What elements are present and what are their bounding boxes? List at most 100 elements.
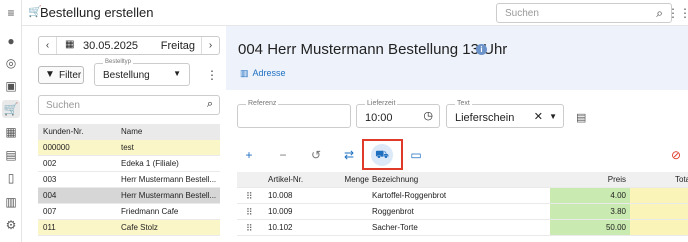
- clipboard-icon[interactable]: ▯: [4, 171, 18, 185]
- column-header-menge[interactable]: Menge: [333, 172, 369, 188]
- top-bar: 🛒 Bestellung erstellen Suchen ⌕ ⋮⋮: [22, 0, 688, 26]
- total-cell: [630, 188, 688, 203]
- customer-name: Edeka 1 (Filiale): [121, 159, 179, 168]
- clear-icon[interactable]: ✕: [534, 110, 543, 123]
- more-options-icon[interactable]: ⋮: [206, 68, 218, 82]
- column-header-name[interactable]: Name: [121, 124, 217, 139]
- table-row[interactable]: 002 Edeka 1 (Filiale): [38, 156, 220, 172]
- preis[interactable]: 50.00: [550, 220, 630, 236]
- order-title: 004 Herr Mustermann Bestellung 13 Uhr: [238, 41, 508, 58]
- column-header-total[interactable]: Total: [630, 172, 688, 188]
- document-icon[interactable]: ▤: [576, 111, 586, 124]
- bezeichnung: Kartoffel-Roggenbrot: [372, 191, 447, 200]
- customer-nr: 000000: [43, 143, 70, 152]
- ordertype-label: Bestelltyp: [103, 59, 134, 65]
- apps-grid-icon[interactable]: ⋮⋮: [667, 6, 688, 20]
- referenz-label: Referenz: [246, 100, 279, 107]
- search-placeholder: Suchen: [505, 8, 539, 19]
- table-row[interactable]: ⠿ 10.102 Sacher-Torte 50.00: [237, 220, 688, 236]
- search-icon[interactable]: ⌕: [207, 98, 213, 111]
- table-row[interactable]: ⠿ 10.008 Kartoffel-Roggenbrot 4.00: [237, 188, 688, 204]
- artikel-nr: 10.008: [268, 191, 293, 200]
- drag-handle-icon[interactable]: ⠿: [246, 188, 253, 204]
- column-header-artikel-nr[interactable]: Artikel-Nr.: [268, 172, 303, 188]
- nav-rail: ≡ ● ◎ ▣ 🛒 ▦ ▤ ▯ ▥ ⚙: [0, 0, 22, 242]
- table-row[interactable]: 003 Herr Mustermann Bestell...: [38, 172, 220, 188]
- face-scan-icon[interactable]: ◎: [4, 56, 18, 70]
- filter-icon: ▼: [45, 69, 55, 80]
- table-header-row: Artikel-Nr. Menge Bezeichnung Preis Tota…: [237, 172, 688, 188]
- highlight-box: [362, 139, 403, 170]
- table-row[interactable]: 007 Friedmann Cafe: [38, 204, 220, 220]
- ordertype-value: Bestellung: [103, 70, 150, 81]
- cancel-icon[interactable]: ⊘: [667, 146, 685, 164]
- settings-icon[interactable]: ⚙: [4, 218, 18, 232]
- bezeichnung: Roggenbrot: [372, 207, 414, 216]
- column-header-preis[interactable]: Preis: [550, 172, 630, 188]
- prev-day-icon[interactable]: ‹: [39, 37, 57, 54]
- preis[interactable]: 3.80: [550, 204, 630, 220]
- artikel-nr: 10.009: [268, 207, 293, 216]
- chart-icon[interactable]: ▥: [4, 195, 18, 209]
- column-header-bezeichnung[interactable]: Bezeichnung: [372, 172, 418, 188]
- customer-nr: 007: [43, 207, 57, 216]
- customer-name: Cafe Stolz: [121, 223, 158, 232]
- address-link[interactable]: ▥ Adresse: [240, 68, 286, 79]
- drag-handle-icon[interactable]: ⠿: [246, 220, 253, 236]
- customer-nr: 003: [43, 175, 57, 184]
- customer-nr: 004: [43, 191, 57, 200]
- weekday-label: Freitag: [160, 40, 195, 52]
- menu-icon[interactable]: ≡: [4, 6, 18, 20]
- customer-name: Herr Mustermann Bestell...: [121, 175, 217, 184]
- next-day-icon[interactable]: ›: [201, 37, 219, 54]
- address-label: Adresse: [252, 68, 286, 78]
- drag-handle-icon[interactable]: ⠿: [246, 204, 253, 220]
- person-icon[interactable]: ●: [4, 34, 18, 48]
- table-header-row: Kunden-Nr. Name: [38, 124, 220, 140]
- referenz-field[interactable]: Referenz: [237, 100, 351, 128]
- article-table: Artikel-Nr. Menge Bezeichnung Preis Tota…: [237, 172, 688, 236]
- total-cell: [630, 204, 688, 219]
- history-icon[interactable]: ↺: [307, 146, 325, 164]
- table-row[interactable]: 004 Herr Mustermann Bestell...: [38, 188, 220, 204]
- lieferzeit-field[interactable]: Lieferzeit 10:00 ◷: [356, 100, 440, 128]
- ordertype-select[interactable]: Bestelltyp Bestellung ▼: [94, 59, 190, 86]
- total-cell: [630, 220, 688, 235]
- factory-icon[interactable]: ▦: [4, 125, 18, 139]
- clock-icon[interactable]: ◷: [423, 109, 433, 122]
- keyboard-icon[interactable]: ▭: [407, 146, 425, 164]
- preis[interactable]: 4.00: [550, 188, 630, 204]
- customer-panel: ‹ ▦ 30.05.2025 Freitag › ▼ Filter Bestel…: [22, 26, 224, 242]
- remove-icon[interactable]: −: [274, 146, 292, 164]
- global-search-input[interactable]: Suchen ⌕: [496, 3, 672, 23]
- chevron-down-icon[interactable]: ▼: [549, 112, 557, 121]
- add-icon[interactable]: +: [240, 146, 258, 164]
- customer-name: Friedmann Cafe: [121, 207, 179, 216]
- artikel-nr: 10.102: [268, 223, 293, 232]
- cart-icon[interactable]: 🛒: [2, 100, 20, 118]
- swap-icon[interactable]: ⇄: [340, 146, 358, 164]
- table-row[interactable]: 000000 test: [38, 140, 220, 156]
- filter-button[interactable]: ▼ Filter: [38, 66, 84, 84]
- text-select[interactable]: Text Lieferschein ✕ ▼: [446, 100, 564, 128]
- order-header: 004 Herr Mustermann Bestellung 13 Uhr i …: [226, 26, 688, 90]
- filter-label: Filter: [59, 70, 82, 81]
- cash-icon[interactable]: ▤: [4, 148, 18, 162]
- table-row[interactable]: 011 Cafe Stolz: [38, 220, 220, 236]
- info-icon[interactable]: i: [476, 44, 487, 55]
- lieferzeit-label: Lieferzeit: [365, 100, 398, 107]
- customer-nr: 011: [43, 223, 56, 232]
- customer-nr: 002: [43, 159, 57, 168]
- table-row[interactable]: ⠿ 10.009 Roggenbrot 3.80: [237, 204, 688, 220]
- calendar-icon[interactable]: ▦: [65, 39, 74, 50]
- search-icon[interactable]: ⌕: [656, 6, 663, 21]
- page-title: Bestellung erstellen: [40, 5, 154, 20]
- column-header-kunden-nr[interactable]: Kunden-Nr.: [43, 124, 83, 139]
- lieferzeit-value: 10:00: [365, 112, 393, 124]
- text-value: Lieferschein: [455, 112, 515, 124]
- customer-search-input[interactable]: Suchen ⌕: [38, 95, 220, 115]
- date-picker[interactable]: ‹ ▦ 30.05.2025 Freitag ›: [38, 36, 220, 55]
- customer-name: Herr Mustermann Bestell...: [121, 191, 217, 200]
- briefcase-icon[interactable]: ▣: [4, 79, 18, 93]
- text-label: Text: [455, 100, 472, 107]
